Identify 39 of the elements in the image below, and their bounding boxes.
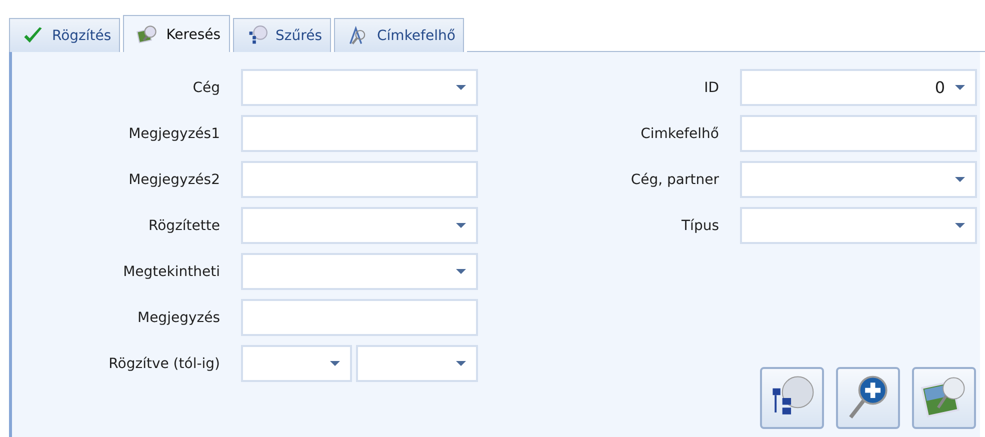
dropdown-field[interactable]: [740, 207, 977, 244]
zoom-in-button[interactable]: [836, 367, 900, 429]
field-label: Típus: [680, 218, 719, 234]
tab[interactable]: Keresés: [123, 15, 230, 53]
text-field[interactable]: [241, 115, 478, 152]
picture-magnifier-icon: [136, 24, 158, 46]
field-label: Rögzítette: [148, 218, 220, 234]
dropdown-arrow-icon: [330, 361, 340, 366]
dropdown-field[interactable]: [241, 253, 478, 290]
field-label: Cimkefelhő: [640, 126, 719, 142]
field-label: Megtekintheti: [122, 264, 220, 280]
dropdown-field[interactable]: [241, 69, 478, 106]
dropdown-arrow-icon: [456, 269, 466, 274]
dropdown-field[interactable]: 0: [740, 69, 977, 106]
dropdown-arrow-icon: [955, 177, 965, 182]
dropdown-arrow-icon: [456, 223, 466, 228]
dropdown-field[interactable]: [241, 207, 478, 244]
tab[interactable]: Címkefelhő: [334, 18, 464, 52]
dropdown-arrow-icon: [955, 85, 965, 90]
field-label: ID: [703, 80, 719, 96]
text-field[interactable]: [241, 161, 478, 198]
field-label: Megjegyzés1: [128, 126, 220, 142]
text-field[interactable]: [740, 115, 977, 152]
dropdown-field[interactable]: [740, 161, 977, 198]
field-label: Cég: [192, 80, 220, 96]
dropdown-field[interactable]: [356, 345, 478, 382]
field-label: Rögzítve (tól-ig): [108, 356, 220, 372]
tab[interactable]: Szűrés: [232, 18, 332, 52]
field-label: Cég, partner: [630, 172, 719, 188]
tab[interactable]: Rögzítés: [9, 18, 120, 52]
dropdown-arrow-icon: [955, 223, 965, 228]
search-button[interactable]: [912, 367, 976, 429]
field-label: Megjegyzés2: [128, 172, 220, 188]
search-button[interactable]: [760, 367, 824, 429]
dropdown-field[interactable]: [241, 345, 352, 382]
text-field[interactable]: [241, 299, 478, 336]
dropdown-arrow-icon: [456, 85, 466, 90]
field-label: Megjegyzés: [136, 310, 220, 326]
dropdown-arrow-icon: [456, 361, 466, 366]
